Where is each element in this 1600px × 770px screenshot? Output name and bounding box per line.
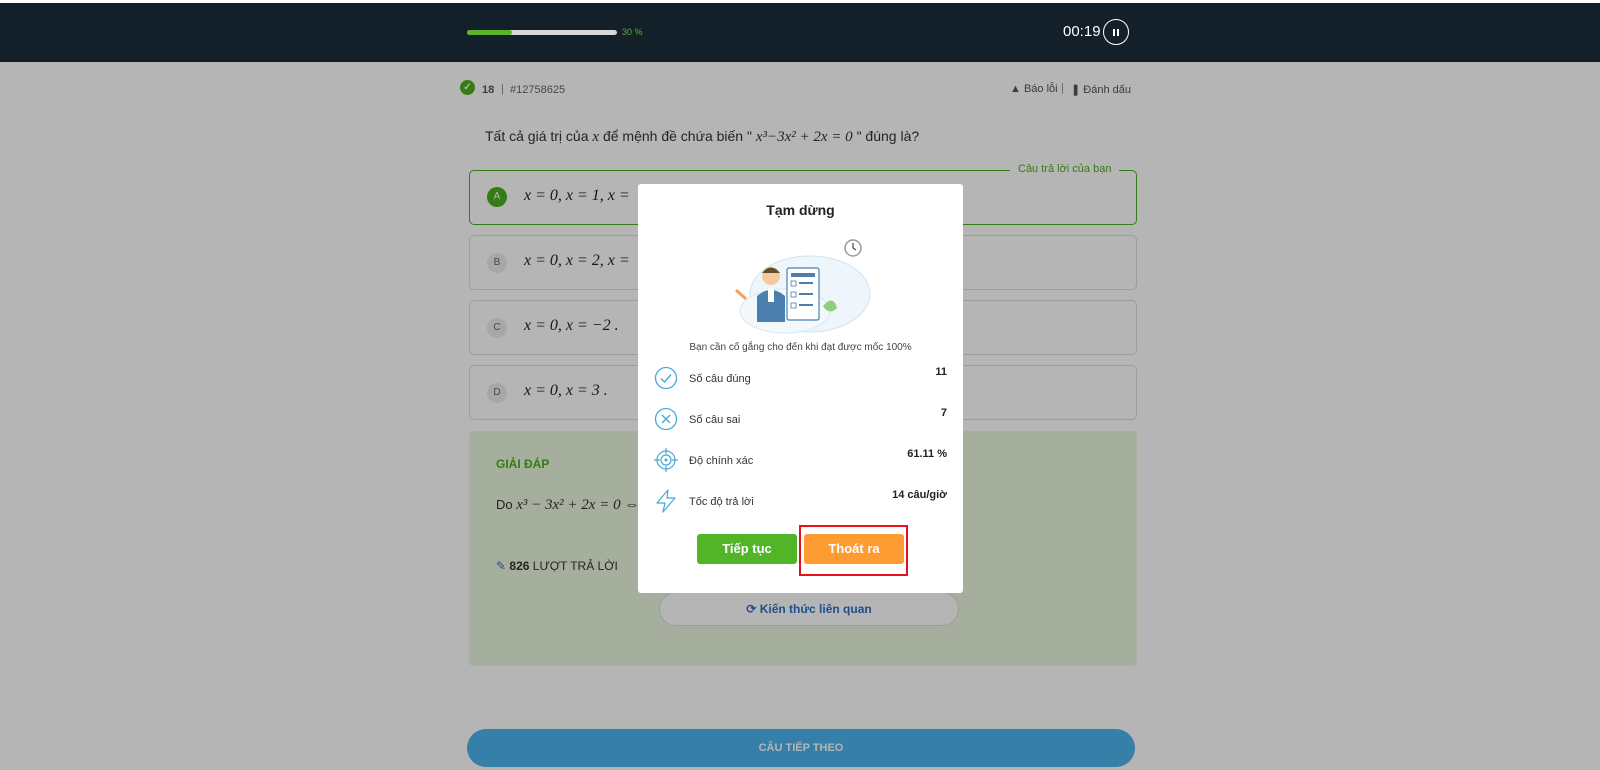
timer: 00:19 — [1063, 23, 1101, 40]
progress-percent: 30 % — [622, 27, 643, 37]
stat-label: Độ chính xác — [689, 455, 754, 467]
stat-label: Số câu đúng — [689, 373, 751, 385]
stat-label: Tốc độ trả lời — [689, 496, 754, 508]
target-icon — [654, 448, 678, 472]
stat-speed: Tốc độ trả lời 14 câu/giờ — [654, 489, 947, 517]
progress-bar — [467, 30, 617, 35]
pause-icon-bar — [1117, 28, 1119, 36]
x-circle-icon — [654, 407, 678, 431]
pause-modal: Tạm dừng Bạn cần cố gắng cho đến khi đạt… — [638, 184, 963, 593]
pause-icon — [1113, 28, 1115, 36]
stat-label: Số câu sai — [689, 414, 741, 426]
modal-title: Tạm dừng — [766, 202, 835, 218]
pause-button[interactable] — [1103, 19, 1129, 45]
top-bar: 30 % 00:19 — [0, 0, 1600, 62]
top-strip — [0, 0, 1600, 3]
progress-fill — [467, 30, 512, 35]
stat-accuracy: Độ chính xác 61.11 % — [654, 448, 947, 476]
check-circle-icon — [654, 366, 678, 390]
stat-value: 61.11 % — [907, 448, 947, 460]
stat-wrong: Số câu sai 7 — [654, 407, 947, 435]
continue-button[interactable]: Tiếp tục — [697, 534, 797, 564]
lightning-icon — [656, 489, 676, 513]
stat-value: 14 câu/giờ — [892, 489, 947, 501]
stat-value: 7 — [940, 407, 947, 419]
stat-value: 11 — [935, 366, 947, 378]
stat-correct: Số câu đúng 11 — [654, 366, 947, 394]
modal-message: Bạn cần cố gắng cho đến khi đạt được mốc… — [689, 342, 912, 353]
pause-illustration — [735, 239, 871, 334]
exit-highlight-box — [799, 525, 908, 576]
